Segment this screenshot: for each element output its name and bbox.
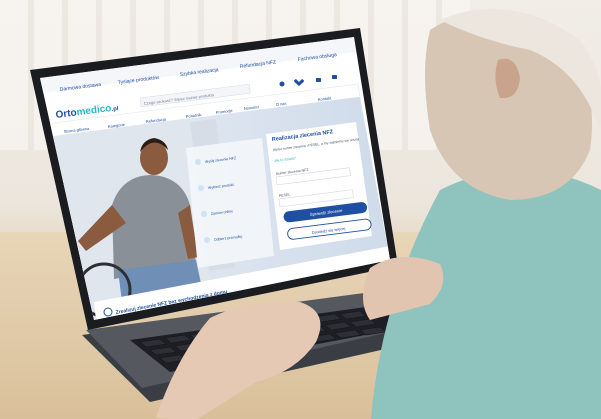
menu-icon[interactable] [332, 75, 337, 79]
step-icon [195, 159, 201, 165]
header-icons [279, 75, 337, 87]
photo-scene: Darmowa dostawa Tysiące produktów Szybka… [0, 0, 601, 419]
website-screenshot: Darmowa dostawa Tysiące produktów Szybka… [40, 8, 601, 419]
user-icon[interactable] [279, 81, 285, 87]
woman-left-arm [156, 301, 321, 419]
cart-icon[interactable] [316, 78, 321, 82]
step-icon [198, 185, 204, 191]
step-icon [201, 211, 207, 217]
step-icon [204, 237, 210, 243]
heart-icon[interactable] [294, 79, 304, 86]
